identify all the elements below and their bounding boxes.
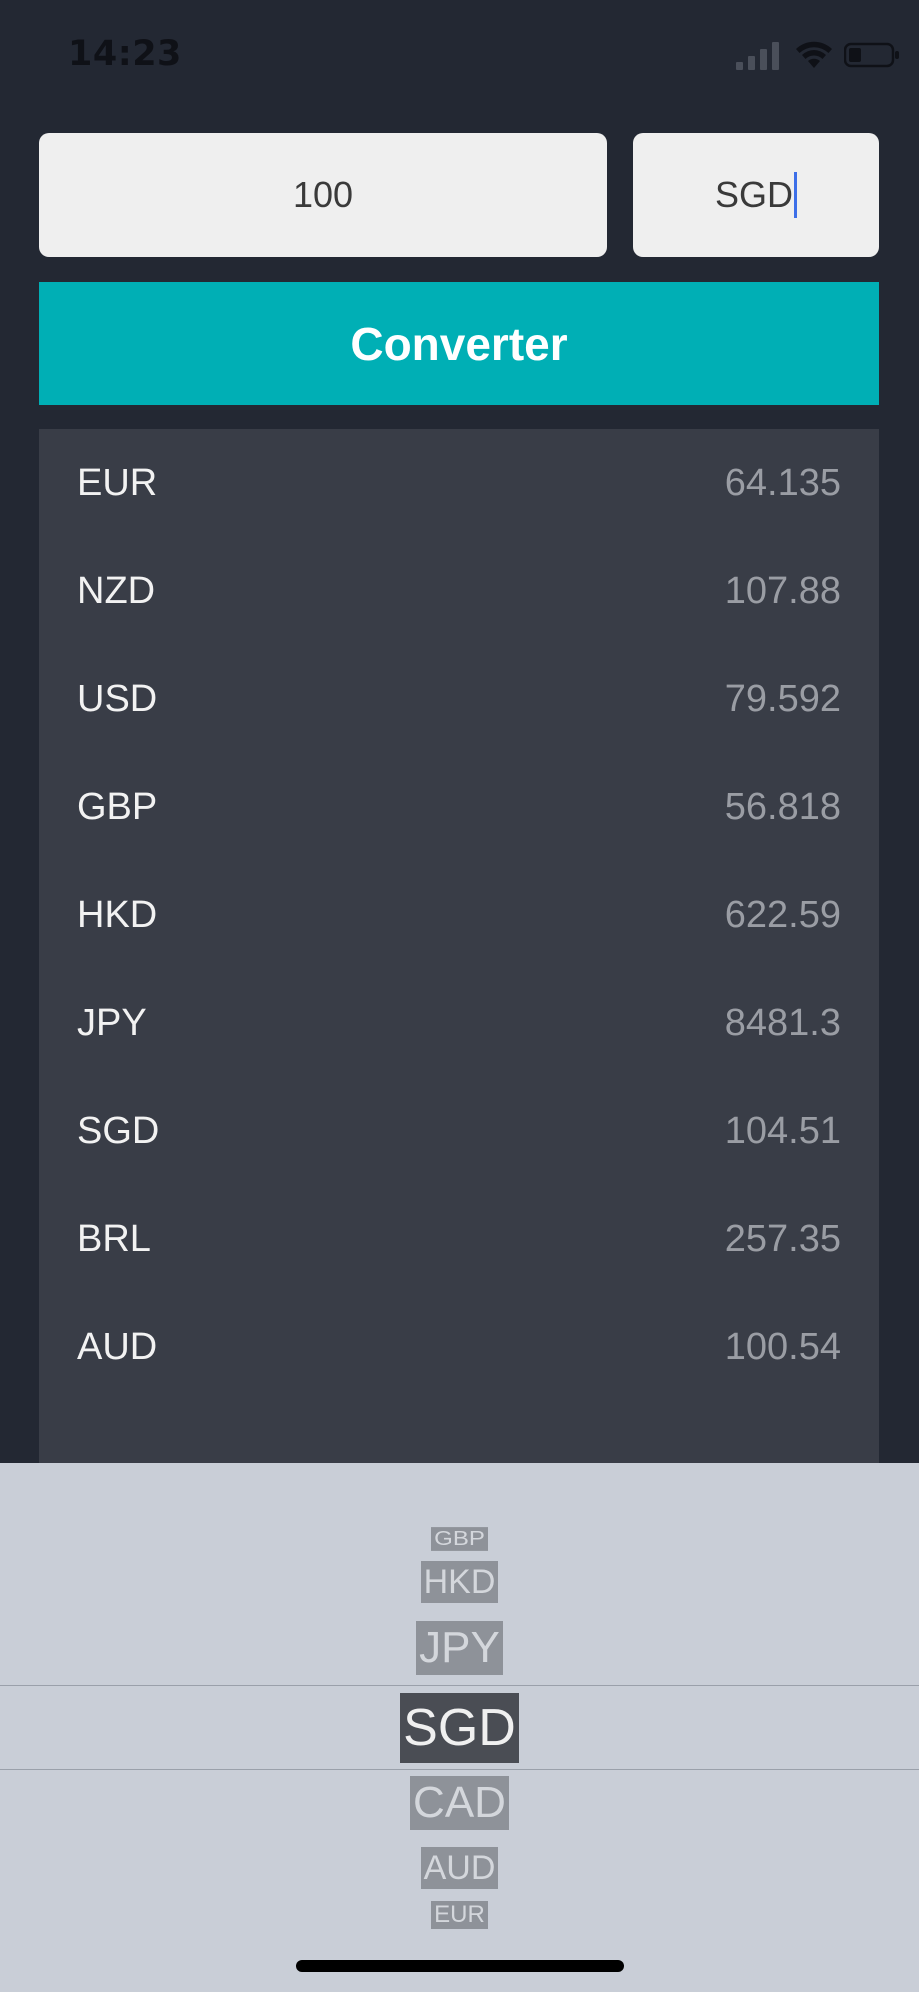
rate-code: EUR [77, 462, 158, 504]
convert-button[interactable]: Converter [39, 282, 879, 405]
rate-value: 104.51 [724, 1110, 841, 1152]
picker-selection-bottom-line [0, 1769, 919, 1770]
rate-value: 64.135 [724, 462, 841, 504]
amount-input[interactable]: 100 [39, 133, 607, 257]
amount-input-value: 100 [292, 174, 354, 215]
rate-value: 56.818 [724, 786, 841, 828]
rate-value: 107.88 [724, 570, 841, 612]
battery-icon [843, 40, 900, 75]
wifi-icon [796, 40, 832, 75]
convert-button-label: Converter [350, 317, 568, 370]
rate-code: AUD [77, 1326, 158, 1368]
rate-code: NZD [77, 570, 156, 612]
rates-list: EUR 64.135 NZD 107.88 USD 79.592 GBP 56.… [39, 429, 879, 1463]
rate-row-aud: AUD 100.54 [39, 1293, 879, 1401]
rate-code: BRL [77, 1218, 151, 1260]
picker-selection-top-line [0, 1685, 919, 1686]
rate-code: JPY [77, 1002, 147, 1044]
home-indicator[interactable] [296, 1960, 624, 1972]
status-time: 14:23 [68, 34, 182, 74]
picker-item-sgd[interactable]: SGD [0, 1693, 919, 1763]
picker-item-jpy[interactable]: JPY [0, 1621, 919, 1675]
status-icons [736, 40, 899, 76]
rate-row-hkd: HKD 622.59 [39, 861, 879, 969]
picker-item-hkd[interactable]: HKD [0, 1561, 919, 1603]
picker-item-gbp[interactable]: GBP [0, 1525, 919, 1553]
rate-value: 79.592 [724, 678, 841, 720]
rate-row-nzd: NZD 107.88 [39, 537, 879, 645]
rate-row-gbp: GBP 56.818 [39, 753, 879, 861]
signal-icon [736, 40, 780, 75]
rate-code: GBP [77, 786, 158, 828]
text-caret [794, 172, 797, 218]
currency-input[interactable]: SGD [633, 133, 879, 257]
rate-code: SGD [77, 1110, 160, 1152]
picker-item-eur[interactable]: EUR [0, 1901, 919, 1929]
rate-value: 622.59 [724, 894, 841, 936]
picker-item-cad[interactable]: CAD [0, 1776, 919, 1830]
picker-item-aud[interactable]: AUD [0, 1847, 919, 1889]
rate-row-usd: USD 79.592 [39, 645, 879, 753]
rate-row-brl: BRL 257.35 [39, 1185, 879, 1293]
status-bar: 14:23 [0, 0, 919, 110]
rate-value: 257.35 [724, 1218, 841, 1260]
currency-input-value: SGD [714, 174, 793, 215]
rate-row-sgd: SGD 104.51 [39, 1077, 879, 1185]
rate-value: 8481.3 [724, 1002, 841, 1044]
rate-row-eur: EUR 64.135 [39, 429, 879, 537]
rate-row-jpy: JPY 8481.3 [39, 969, 879, 1077]
currency-picker[interactable]: GBP HKD JPY SGD CAD AUD EUR [0, 1463, 919, 1992]
rate-code: HKD [77, 894, 158, 936]
rate-value: 100.54 [724, 1326, 841, 1368]
rate-code: USD [77, 678, 158, 720]
